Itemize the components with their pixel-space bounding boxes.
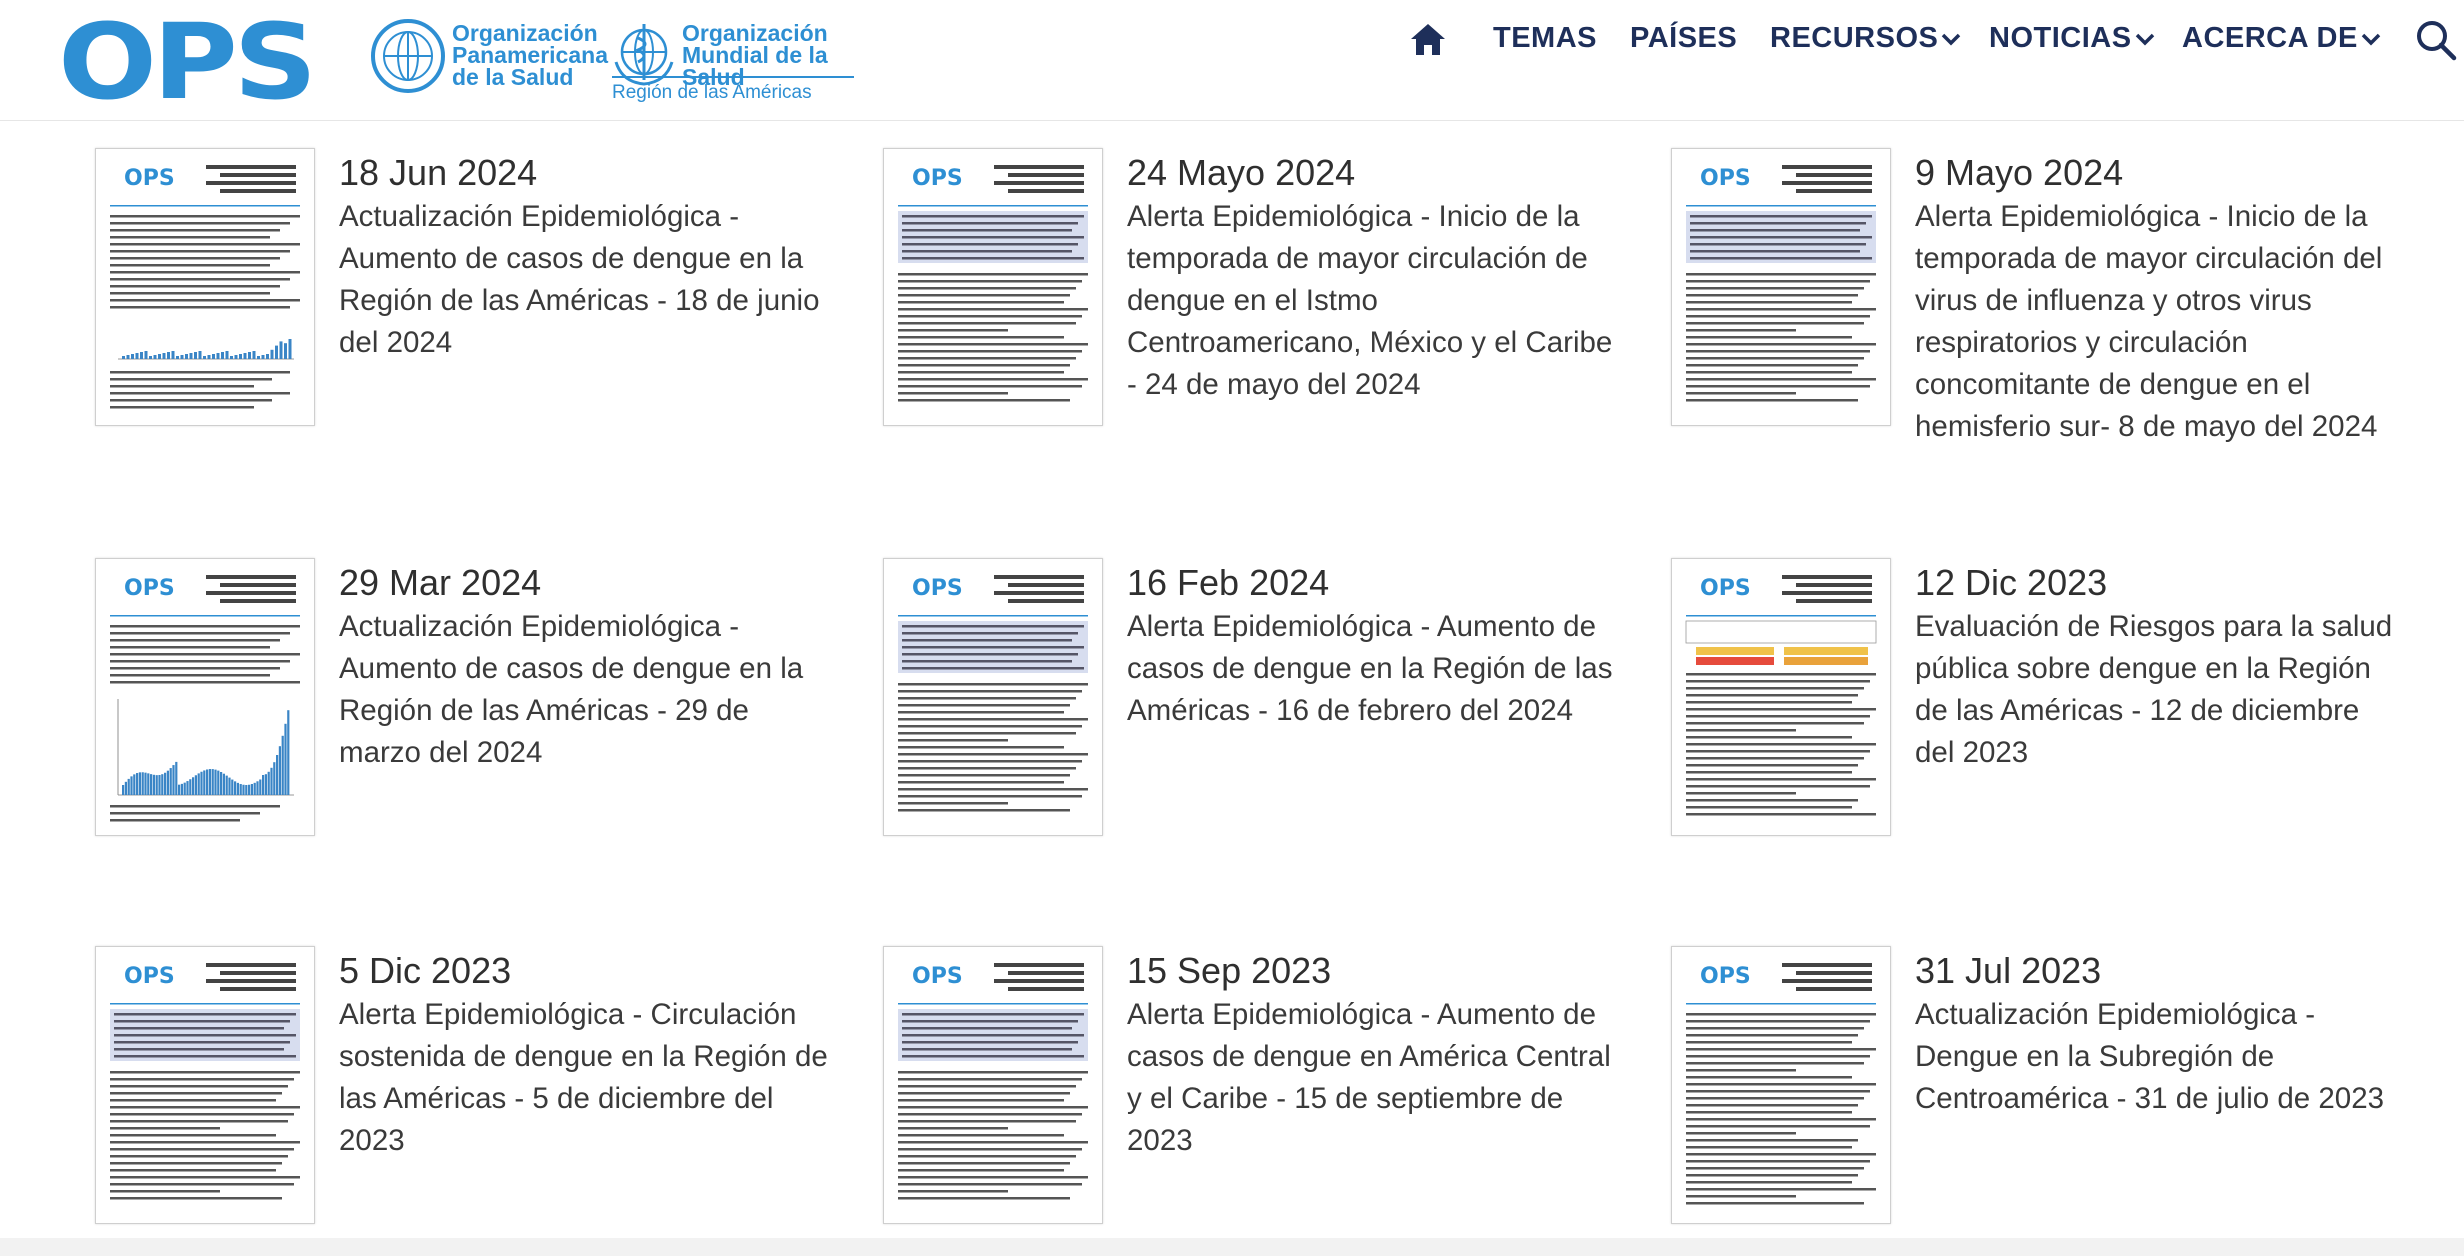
publication-title-link[interactable]: Evaluación de Riesgos para la salud públ… [1915,606,2405,774]
publication-title-link[interactable]: Alerta Epidemiológica - Aumento de casos… [1127,606,1617,732]
chevron-down-icon [2135,34,2154,46]
publication-date: 16 Feb 2024 [1127,562,1330,603]
nav-recursos[interactable]: RECURSOS [1770,22,1962,55]
svg-text:OPS: OPS [1700,166,1751,191]
paho-emblem-icon [371,19,445,93]
publication-thumbnail[interactable]: OPS [95,946,315,1224]
svg-text:OPS: OPS [1700,576,1751,601]
publication-date: 31 Jul 2023 [1915,950,2102,991]
svg-text:OPS: OPS [912,576,963,601]
publication-date: 18 Jun 2024 [339,152,538,193]
nav-temas-label: TEMAS [1493,22,1597,54]
site-header: OPS Organización Panamericana de la Salu… [0,0,2464,121]
who-name: Organización Mundial de la Salud [682,20,892,89]
publication-thumbnail[interactable]: OPS [1671,558,1891,836]
nav-paises[interactable]: PAÍSES [1630,22,1737,55]
publication-date: 15 Sep 2023 [1127,950,1332,991]
who-name-line-1: Organización [682,20,828,46]
publication-thumbnail[interactable]: OPS [883,558,1103,836]
publication-date: 12 Dic 2023 [1915,562,2108,603]
publication-date: 9 Mayo 2024 [1915,152,2124,193]
nav-paises-label: PAÍSES [1630,22,1738,54]
nav-noticias-label: NOTICIAS [1989,22,2132,54]
svg-text:OPS: OPS [124,964,175,989]
svg-text:OPS: OPS [124,576,175,601]
svg-text:OPS: OPS [124,166,175,191]
publication-date: 29 Mar 2024 [339,562,542,603]
nav-temas[interactable]: TEMAS [1493,22,1597,55]
paho-name-line-1: Organización [452,20,598,46]
publication-thumbnail[interactable]: OPS [95,148,315,426]
nav-noticias[interactable]: NOTICIAS [1989,22,2156,55]
publication-date: 24 Mayo 2024 [1127,152,1356,193]
publication-title-link[interactable]: Alerta Epidemiológica - Circulación sost… [339,994,829,1162]
publication-title-link[interactable]: Actualización Epidemiológica - Aumento d… [339,196,829,364]
paho-name-line-3: de la Salud [452,64,574,90]
nav-acerca-de[interactable]: ACERCA DE [2182,22,2382,55]
nav-recursos-label: RECURSOS [1770,22,1939,54]
publication-title-link[interactable]: Alerta Epidemiológica - Inicio de la tem… [1127,196,1617,406]
publication-title-link[interactable]: Actualización Epidemiológica - Aumento d… [339,606,829,774]
publication-thumbnail[interactable]: OPS [883,148,1103,426]
publication-thumbnail[interactable]: OPS [1671,946,1891,1224]
publication-thumbnail[interactable]: OPS [95,558,315,836]
svg-text:OPS: OPS [1700,964,1751,989]
publication-title-link[interactable]: Alerta Epidemiológica - Aumento de casos… [1127,994,1617,1162]
paho-name-line-2: Panamericana [452,42,608,68]
publication-date: 5 Dic 2023 [339,950,512,991]
nav-acerca-de-label: ACERCA DE [2182,22,2358,54]
page-bottom-edge [0,1238,2464,1256]
chevron-down-icon [2361,34,2381,46]
publication-thumbnail[interactable]: OPS [1671,148,1891,426]
ops-logo[interactable]: OPS [58,10,317,114]
search-icon[interactable] [2414,18,2458,62]
svg-text:OPS: OPS [912,964,963,989]
who-divider [612,76,854,78]
publication-thumbnail[interactable]: OPS [883,946,1103,1224]
paho-name: Organización Panamericana de la Salud [452,20,612,90]
publication-title-link[interactable]: Actualización Epidemiológica - Dengue en… [1915,994,2405,1120]
svg-text:OPS: OPS [912,166,963,191]
who-region: Región de las Américas [612,82,812,103]
home-icon[interactable] [1408,20,1448,60]
chevron-down-icon [1942,34,1961,46]
publication-title-link[interactable]: Alerta Epidemiológica - Inicio de la tem… [1915,196,2405,448]
